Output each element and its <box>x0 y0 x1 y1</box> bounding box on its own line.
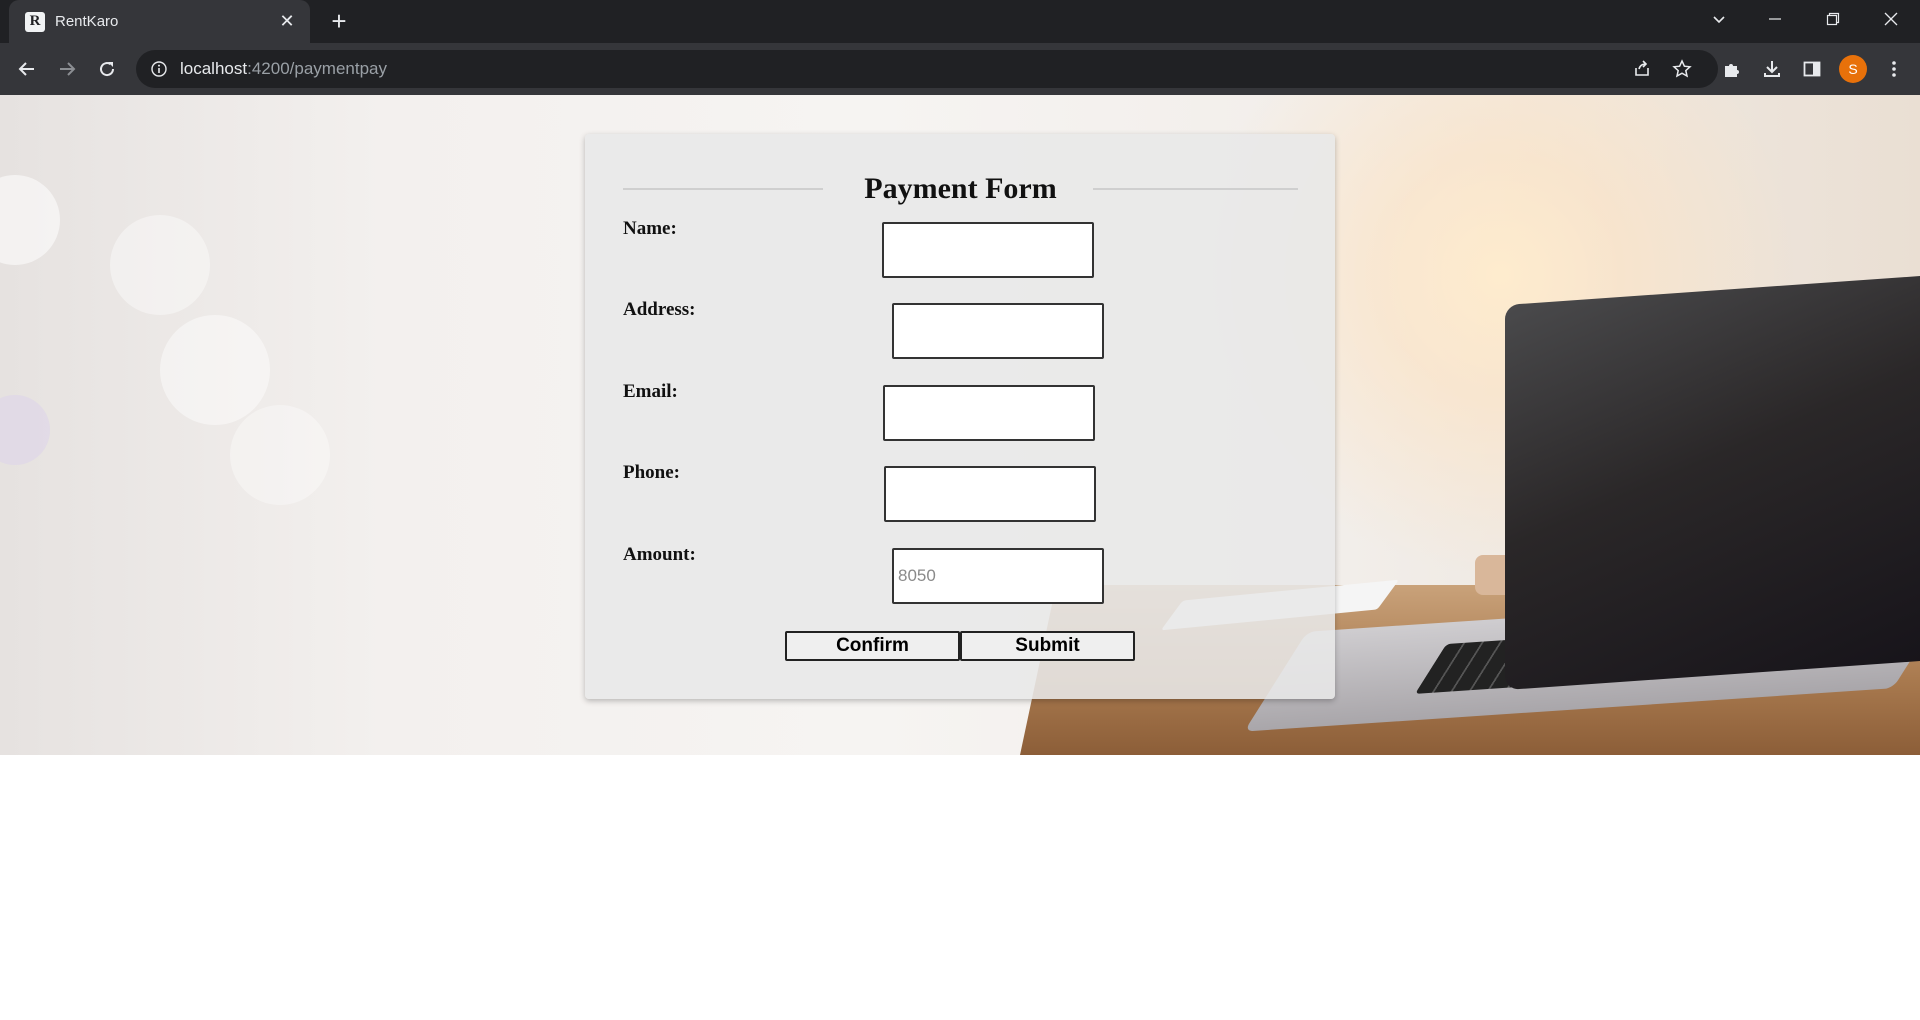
url-host: localhost <box>180 59 248 78</box>
minimize-icon[interactable] <box>1750 0 1800 38</box>
bokeh-light <box>160 315 270 425</box>
bokeh-light <box>230 405 330 505</box>
bokeh-light <box>0 175 60 265</box>
submit-button[interactable]: Submit <box>960 631 1135 661</box>
amount-label: Amount: <box>623 544 696 565</box>
amount-input[interactable] <box>892 548 1104 604</box>
close-window-icon[interactable] <box>1866 0 1916 38</box>
hero-background-image: Payment Form Name: Address: Email: Phone… <box>0 95 1920 755</box>
page-viewport: Payment Form Name: Address: Email: Phone… <box>0 95 1920 1020</box>
phone-label: Phone: <box>623 462 680 483</box>
profile-avatar[interactable]: S <box>1839 55 1867 83</box>
email-label: Email: <box>623 381 678 402</box>
bokeh-light <box>110 215 210 315</box>
url-text: localhost:4200/paymentpay <box>180 59 387 79</box>
bookmark-star-icon[interactable] <box>1666 53 1698 85</box>
address-bar[interactable]: localhost:4200/paymentpay <box>136 50 1718 88</box>
forward-arrow-icon[interactable] <box>51 53 83 85</box>
share-icon[interactable] <box>1626 53 1658 85</box>
tab-title: RentKaro <box>55 13 119 30</box>
tab-strip: R RentKaro ✕ + <box>0 0 1920 43</box>
more-menu-icon[interactable] <box>1878 53 1910 85</box>
browser-toolbar: localhost:4200/paymentpay <box>0 43 1920 95</box>
email-input[interactable] <box>883 385 1095 441</box>
side-panel-icon[interactable] <box>1796 53 1828 85</box>
rentkaro-favicon-icon: R <box>25 11 45 32</box>
new-tab-icon[interactable]: + <box>324 6 354 36</box>
close-tab-icon[interactable]: ✕ <box>276 11 298 32</box>
name-label: Name: <box>623 218 677 239</box>
back-arrow-icon[interactable] <box>11 53 43 85</box>
address-input[interactable] <box>892 303 1104 359</box>
form-title: Payment Form <box>864 172 1057 205</box>
payment-form-card: Payment Form Name: Address: Email: Phone… <box>585 134 1335 699</box>
phone-input[interactable] <box>884 466 1096 522</box>
url-path: :4200/paymentpay <box>247 59 387 78</box>
confirm-button[interactable]: Confirm <box>785 631 960 661</box>
downloads-icon[interactable] <box>1756 53 1788 85</box>
form-header: Payment Form <box>623 169 1298 209</box>
extensions-puzzle-icon[interactable] <box>1716 53 1748 85</box>
site-info-icon[interactable] <box>150 60 168 78</box>
browser-tab[interactable]: R RentKaro ✕ <box>9 0 310 43</box>
bokeh-light <box>0 395 50 465</box>
name-input[interactable] <box>882 222 1094 278</box>
tab-search-icon[interactable] <box>1694 0 1744 38</box>
address-label: Address: <box>623 299 696 320</box>
restore-icon[interactable] <box>1808 0 1858 38</box>
laptop-screen <box>1505 274 1920 691</box>
reload-icon[interactable] <box>91 53 123 85</box>
